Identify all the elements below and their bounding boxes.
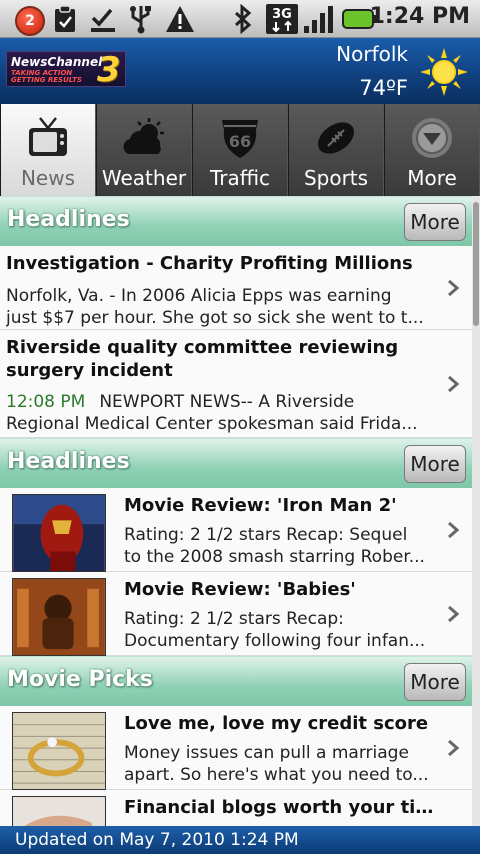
section-title: Headlines [7, 449, 130, 474]
updated-footer: Updated on May 7, 2010 1:24 PM [0, 826, 480, 854]
scrollbar[interactable] [472, 196, 480, 826]
clock: 1:24 PM [369, 4, 470, 29]
tab-traffic[interactable]: 66 Traffic [192, 104, 288, 196]
chevron-right-icon [448, 739, 460, 756]
more-button[interactable]: More [404, 663, 466, 701]
tab-label: News [20, 166, 76, 190]
section-header-headlines: Headlines More [0, 438, 472, 488]
story-headline: Riverside quality committee reviewing su… [6, 337, 399, 381]
news-feed[interactable]: Headlines More Investigation - Charity P… [0, 196, 472, 826]
logo-number: 3 [97, 50, 121, 90]
story-snippet: Rating: 2 1/2 stars Recap: Documentary f… [124, 609, 426, 651]
chevron-right-icon [448, 521, 460, 538]
weather-temperature: 74ºF [359, 76, 408, 100]
football-icon [317, 122, 355, 154]
story-snippet: Rating: 2 1/2 stars Recap: Sequel to the… [124, 525, 425, 567]
signal-icon [304, 6, 333, 33]
section-header-movie-picks: Movie Picks More [0, 656, 472, 706]
svg-text:3G: 3G [272, 7, 292, 22]
tab-label: Traffic [209, 166, 271, 190]
cloud-sun-icon [123, 118, 164, 154]
list-item[interactable]: Riverside quality committee reviewing su… [0, 330, 472, 438]
tab-bar: News Weather 66 Traffic Sports More [0, 104, 480, 196]
more-button[interactable]: More [404, 445, 466, 483]
story-headline: Movie Review: 'Iron Man 2' [124, 495, 397, 516]
usb-icon [130, 6, 151, 34]
warning-icon [166, 6, 194, 32]
list-item[interactable]: Movie Review: 'Iron Man 2' Rating: 2 1/2… [0, 488, 472, 572]
story-snippet: Norfolk, Va. - In 2006 Alicia Epps was e… [6, 286, 424, 328]
svg-text:66: 66 [229, 132, 251, 151]
weather-city: Norfolk [336, 42, 408, 66]
chevron-right-icon [448, 375, 460, 392]
story-headline: Financial blogs worth your time [124, 797, 444, 818]
app-header: NewsChannel TAKING ACTION GETTING RESULT… [0, 38, 480, 104]
tab-weather[interactable]: Weather [96, 104, 192, 196]
list-item[interactable]: Movie Review: 'Babies' Rating: 2 1/2 sta… [0, 572, 472, 656]
thumbnail-image [12, 578, 106, 656]
tv-icon [29, 117, 67, 156]
tab-label: Weather [101, 166, 187, 190]
story-headline: Love me, love my credit score [124, 713, 429, 734]
logo-text: NewsChannel [11, 55, 103, 69]
more-button[interactable]: More [404, 203, 466, 241]
section-header-headlines: Headlines More [0, 196, 472, 246]
story-snippet: Money issues can pull a marriage apart. … [124, 743, 429, 785]
sun-icon[interactable] [420, 48, 468, 96]
story-headline: Investigation - Charity Profiting Millio… [6, 253, 413, 274]
section-title: Headlines [7, 207, 130, 232]
chevron-circle-icon [412, 118, 452, 158]
route-66-icon: 66 [222, 120, 258, 158]
3g-icon: 3G [266, 4, 298, 34]
station-logo: NewsChannel TAKING ACTION GETTING RESULT… [6, 50, 126, 90]
tab-news[interactable]: News [0, 104, 96, 196]
list-item[interactable]: Financial blogs worth your time [0, 790, 472, 826]
tab-label: More [407, 166, 457, 190]
clipboard-icon [55, 5, 75, 32]
story-headline: Movie Review: 'Babies' [124, 579, 356, 600]
bluetooth-icon [234, 4, 252, 34]
list-item[interactable]: Love me, love my credit score Money issu… [0, 706, 472, 790]
notification-badge[interactable]: 2 [15, 6, 45, 36]
thumbnail-image [12, 796, 106, 826]
chevron-right-icon [448, 605, 460, 622]
tab-more[interactable]: More [384, 104, 480, 196]
thumbnail-image [12, 712, 106, 790]
tab-label: Sports [303, 166, 369, 190]
thumbnail-image [12, 494, 106, 572]
list-item[interactable]: Investigation - Charity Profiting Millio… [0, 246, 472, 330]
story-timestamp: 12:08 PM [6, 392, 86, 412]
download-done-icon [91, 8, 115, 32]
status-bar: 2 3G 1:24 PM [0, 0, 480, 38]
section-title: Movie Picks [7, 667, 153, 692]
scrollbar-thumb[interactable] [473, 202, 479, 326]
story-snippet: 12:08 PM NEWPORT NEWS-- A Riverside Regio… [6, 392, 418, 434]
chevron-right-icon [448, 279, 460, 296]
logo-tagline: TAKING ACTION GETTING RESULTS [11, 69, 82, 84]
tab-sports[interactable]: Sports [288, 104, 384, 196]
